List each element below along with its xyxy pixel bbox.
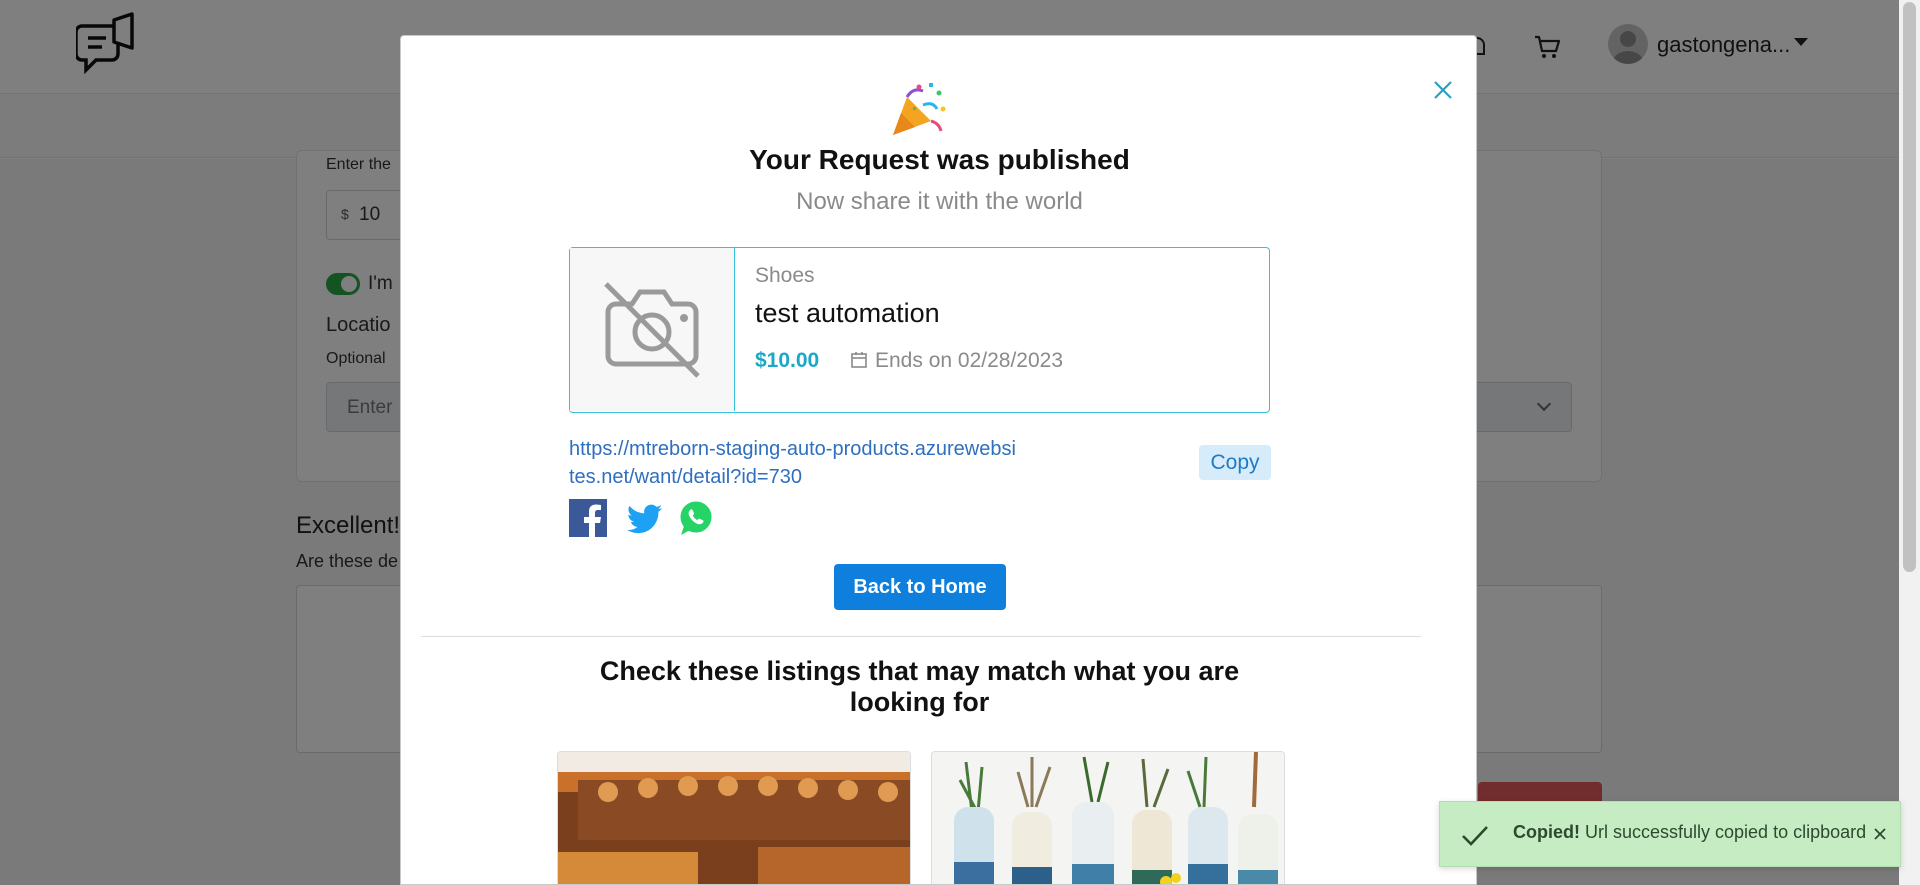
close-icon[interactable]	[1425, 72, 1461, 108]
calendar-icon	[851, 352, 867, 368]
twitter-icon[interactable]	[626, 499, 664, 537]
checkmark-icon	[1462, 826, 1488, 846]
success-toast: Copied! Url successfully copied to clipb…	[1439, 801, 1901, 867]
copy-url-button[interactable]: Copy	[1199, 445, 1271, 480]
listing-preview-card[interactable]: Shoes test automation $10.00 Ends on 02/…	[569, 247, 1270, 413]
modal-title: Your Request was published	[749, 144, 1130, 175]
scrollbar-thumb[interactable]	[1903, 2, 1916, 572]
toast-message: Copied! Url successfully copied to clipb…	[1513, 822, 1866, 843]
vases-image	[932, 752, 1284, 884]
facebook-icon[interactable]	[569, 499, 607, 537]
toast-strong: Copied!	[1513, 822, 1580, 842]
share-url-link[interactable]: https://mtreborn-staging-auto-products.a…	[569, 435, 1019, 491]
whatsapp-icon[interactable]	[677, 499, 715, 537]
toast-text: Url successfully copied to clipboard	[1580, 822, 1867, 842]
no-photo-icon	[604, 282, 700, 378]
matches-heading: Check these listings that may match what…	[599, 656, 1240, 717]
match-listing-vases[interactable]	[931, 751, 1285, 884]
listing-title: test automation	[755, 298, 940, 328]
listing-end-date: Ends on 02/28/2023	[875, 349, 1063, 372]
divider	[421, 636, 1421, 637]
back-to-home-button[interactable]: Back to Home	[834, 564, 1006, 610]
modal-subtitle: Now share it with the world	[796, 188, 1083, 215]
listing-image-placeholder	[570, 248, 735, 411]
party-popper-icon	[893, 83, 946, 135]
listing-category: Shoes	[755, 264, 815, 287]
page-scrollbar[interactable]	[1899, 0, 1920, 885]
publish-success-modal: Your Request was published Now share it …	[400, 35, 1477, 885]
match-listing-cake[interactable]	[557, 751, 911, 884]
cake-image	[558, 752, 910, 884]
listing-price: $10.00	[755, 349, 820, 372]
close-icon[interactable]	[1870, 824, 1890, 844]
